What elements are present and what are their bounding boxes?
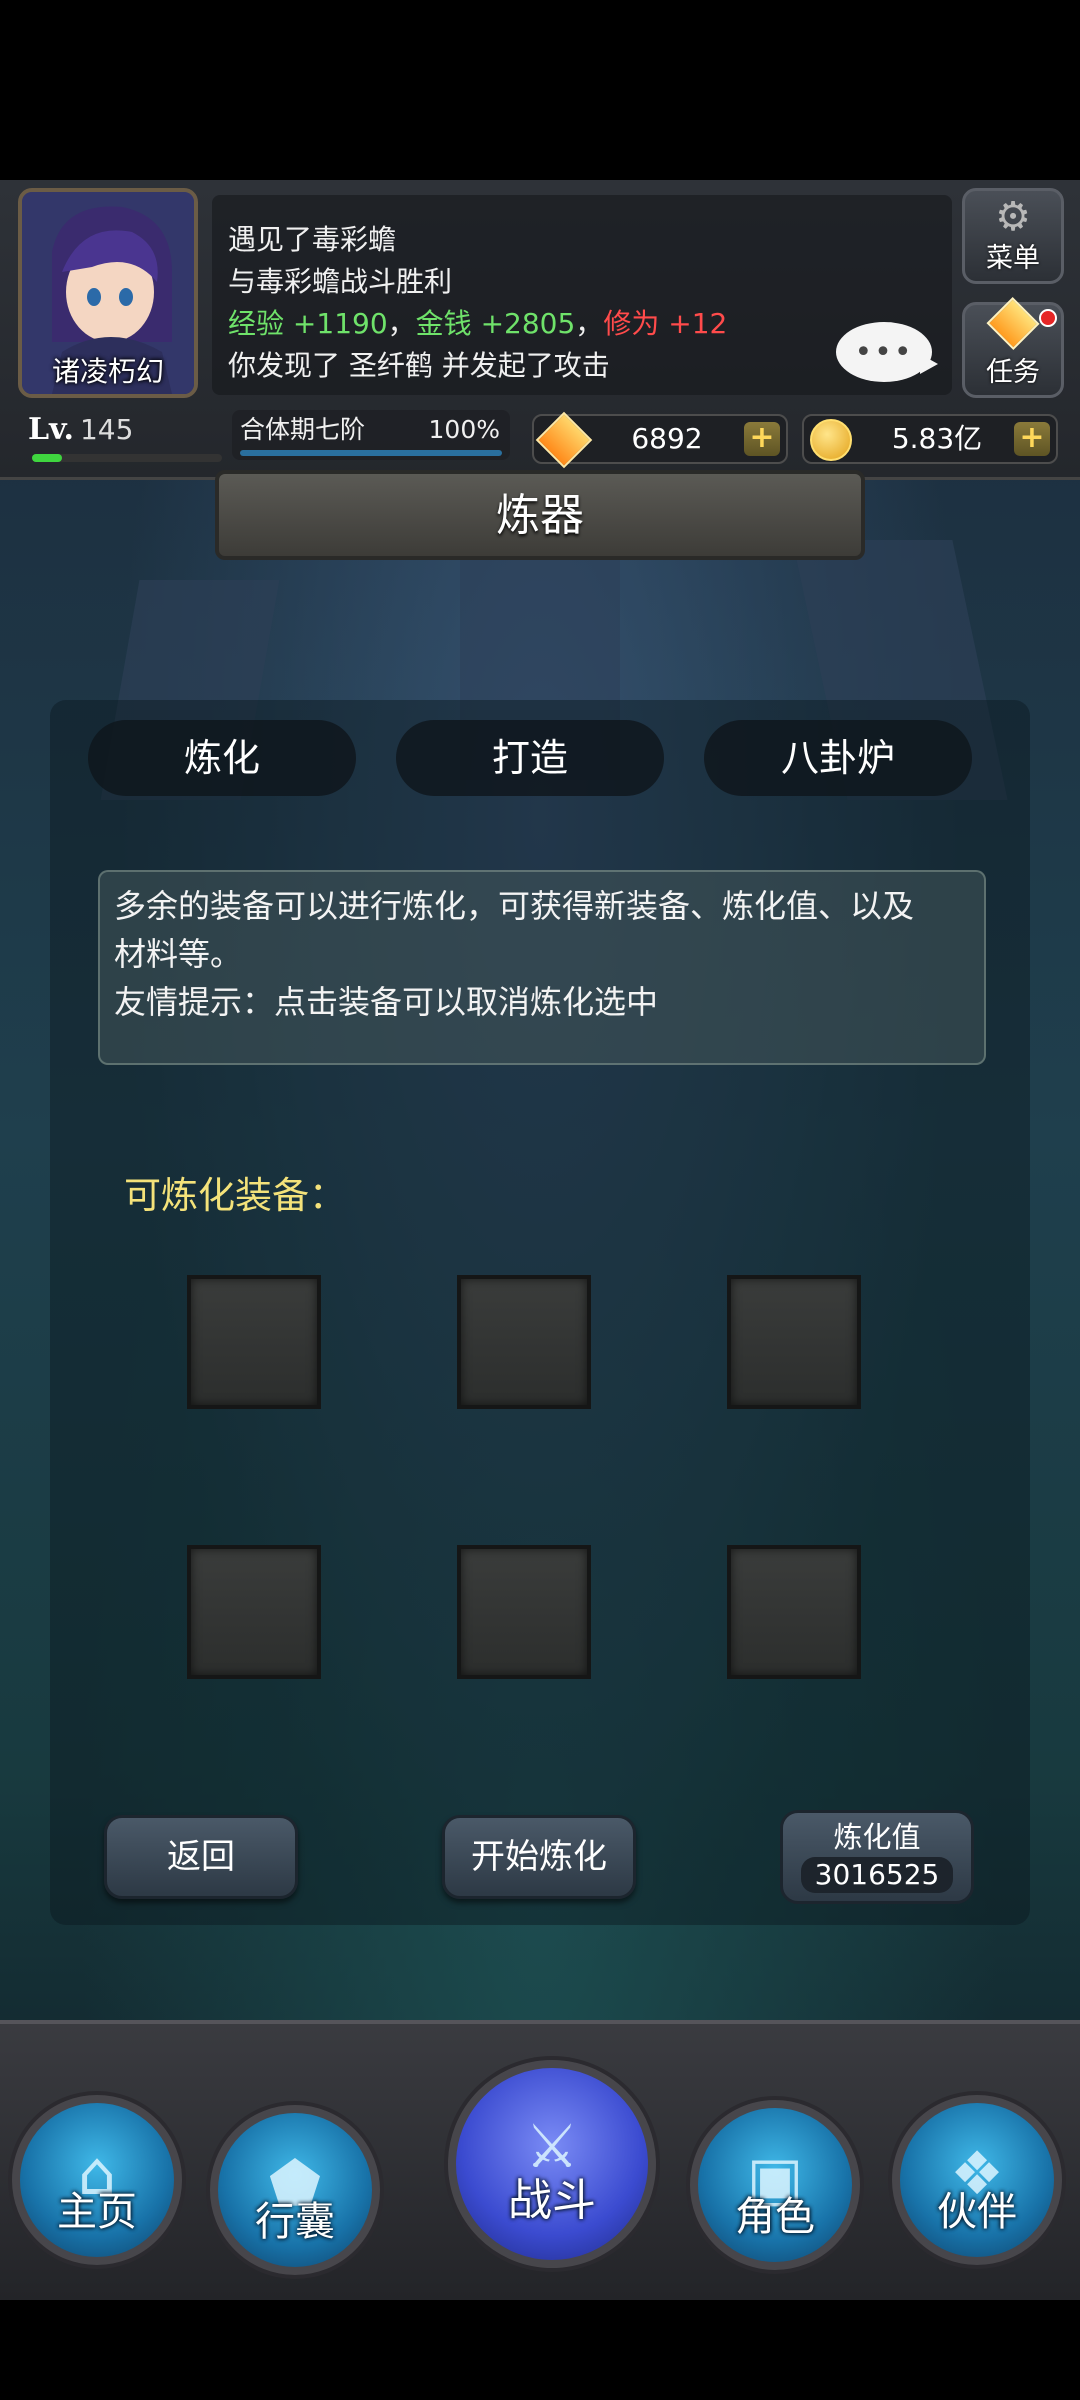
add-gold-button[interactable]: + [1014,422,1050,456]
player-name: 诸凌朽幻 [51,355,164,388]
menu-button[interactable]: ⚙ 菜单 [962,188,1064,284]
task-button[interactable]: 任务 [962,296,1064,398]
nav-battle-label: 战斗 [508,2175,596,2226]
tab-bagua-furnace[interactable]: 八卦炉 [704,720,972,796]
gem-icon [535,411,593,469]
gold-counter: 5.83亿 + [802,414,1058,464]
tab-refine[interactable]: 炼化 [88,720,356,796]
log-line: 与毒彩蟾战斗胜利 [228,265,453,298]
realm-indicator: 合体期七阶 100% [232,410,510,460]
coin-icon [810,419,852,461]
realm-name: 合体期七阶 [240,415,366,444]
log-line-rewards: 经验 +1190，金钱 +2805，修为 +12 [228,303,936,345]
page-title: 炼器 [496,490,584,541]
back-button[interactable]: 返回 [104,1815,298,1899]
realm-progress-text: 100% [428,415,500,444]
level-label: Lv. [28,412,74,447]
nav-partner[interactable]: ❖ 伙伴 [892,2095,1062,2265]
chat-bubble-icon[interactable]: ••• [836,322,938,382]
tab-forge[interactable]: 打造 [396,720,664,796]
separator: ， [387,307,416,340]
task-gem-icon [986,296,1040,351]
log-line: 你发现了 圣纤鹤 并发起了攻击 [228,349,610,382]
start-refine-button[interactable]: 开始炼化 [442,1815,636,1899]
exp-label: 经验 [228,307,285,340]
level-progress-bar [32,454,222,462]
gold-label: 金钱 [415,307,472,340]
gold-count: 5.83亿 [891,422,983,455]
title-plank: 炼器 [215,470,865,560]
gem-count: 6892 [631,422,703,455]
nav-bag-label: 行囊 [255,2199,335,2245]
menu-label: 菜单 [986,243,1040,274]
cultivation-value: +12 [668,307,728,340]
add-gems-button[interactable]: + [744,422,780,456]
equipment-slot[interactable] [727,1275,861,1409]
equipment-slot[interactable] [457,1275,591,1409]
gold-value: +2805 [480,307,576,340]
level-progress-fill [32,454,63,462]
info-tip: 友情提示：点击装备可以取消炼化选中 [114,983,659,1021]
level-indicator: Lv. 145 [28,412,222,462]
refine-value-badge: 炼化值 3016525 [780,1810,974,1904]
equipment-slot[interactable] [187,1275,321,1409]
realm-progress-bar [240,450,502,456]
refine-value-label: 炼化值 [833,1820,921,1854]
nav-home-label: 主页 [57,2189,137,2235]
exp-value: +1190 [292,307,388,340]
nav-partner-label: 伙伴 [937,2189,1017,2235]
player-avatar[interactable]: 诸凌朽幻 [18,188,198,398]
separator: ， [575,307,604,340]
nav-bag[interactable]: ⬟ 行囊 [210,2105,380,2275]
gear-icon: ⚙ [995,194,1031,240]
level-value: 145 [79,413,134,446]
chat-dots: ••• [854,334,914,370]
cultivation-label: 修为 [603,307,660,340]
info-line: 材料等。 [114,935,243,973]
nav-character-label: 角色 [735,2194,815,2240]
nav-character[interactable]: ▣ 角色 [690,2100,860,2270]
info-box: 多余的装备可以进行炼化，可获得新装备、炼化值、以及 材料等。 友情提示：点击装备… [98,870,986,1065]
nav-battle[interactable]: ⚔ 战斗 [448,2060,656,2268]
refinable-equipment-label: 可炼化装备： [124,1174,346,1217]
gem-counter: 6892 + [532,411,788,469]
notification-dot [1039,309,1057,327]
equipment-slot[interactable] [727,1545,861,1679]
info-line: 多余的装备可以进行炼化，可获得新装备、炼化值、以及 [114,887,915,925]
equipment-slot[interactable] [187,1545,321,1679]
task-label: 任务 [986,357,1040,388]
equipment-slot[interactable] [457,1545,591,1679]
refine-value: 3016525 [800,1857,954,1893]
nav-home[interactable]: ⌂ 主页 [12,2095,182,2265]
log-line: 遇见了毒彩蟾 [228,223,397,256]
